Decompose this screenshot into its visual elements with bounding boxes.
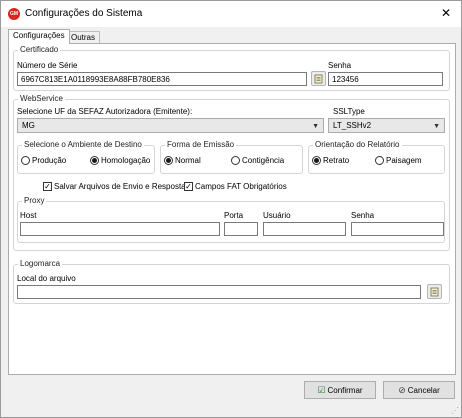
emissao-group: Forma de Emissão Normal Contigência [160,140,303,174]
radio-homologacao-label: Homologação [101,156,151,165]
radio-retrato-dot [312,156,321,165]
check-icon: ✓ [43,182,52,191]
radio-normal-dot [164,156,173,165]
serial-label: Número de Série [17,61,78,70]
salvar-arquivos-checkbox[interactable]: ✓ Salvar Arquivos de Envio e Resposta [43,182,186,191]
radio-contigencia-label: Contigência [242,156,285,165]
proxy-password-label: Senha [351,211,375,220]
close-icon[interactable]: ✕ [435,4,457,22]
check-icon: ✓ [184,182,193,191]
tab-configuracoes[interactable]: Configurações [8,29,70,44]
chevron-down-icon: ▼ [433,123,440,130]
ambiente-group-label: Selecione o Ambiente de Destino [22,140,144,150]
salvar-arquivos-label: Salvar Arquivos de Envio e Resposta [54,182,186,191]
password-input[interactable]: 123456 [328,72,443,86]
confirm-button[interactable]: ☑ Confirmar [304,381,376,399]
proxy-port-input[interactable] [224,222,258,236]
logomarca-group-label: Logomarca [18,259,63,269]
certificado-group: Certificado Número de Série 6967C813E1A0… [13,45,450,91]
cancel-button[interactable]: ⊘ Cancelar [383,381,455,399]
campos-fat-label: Campos FAT Obrigatórios [195,182,287,191]
radio-homologacao-dot [90,156,99,165]
proxy-group-label: Proxy [22,196,47,206]
campos-fat-checkbox[interactable]: ✓ Campos FAT Obrigatórios [184,182,287,191]
radio-paisagem-label: Paisagem [386,156,422,165]
chevron-down-icon: ▼ [312,123,319,130]
orientacao-group-label: Orientação do Relatório [313,140,402,150]
certificado-group-label: Certificado [18,45,61,55]
webservice-group-label: WebService [18,94,65,104]
radio-homologacao[interactable]: Homologação [90,156,150,165]
cancel-button-label: Cancelar [407,385,440,395]
orientacao-group: Orientação do Relatório Retrato Paisagem [308,140,445,174]
ssl-select[interactable]: LT_SSHv2 ▼ [328,118,445,133]
folder-browse-icon[interactable] [427,284,442,299]
radio-paisagem-dot [375,156,384,165]
password-label: Senha [328,61,352,70]
radio-contigencia[interactable]: Contigência [231,156,284,165]
webservice-group: WebService Selecione UF da SEFAZ Autoriz… [13,94,450,251]
proxy-host-input[interactable] [20,222,220,236]
folder-browse-icon[interactable] [311,71,326,86]
radio-normal[interactable]: Normal [164,156,201,165]
cancel-icon: ⊘ [398,384,406,395]
proxy-password-input[interactable] [351,222,444,236]
proxy-group: Proxy Host Porta Usuário Senha [17,196,445,243]
uf-label: Selecione UF da SEFAZ Autorizadora (Emit… [17,107,193,116]
proxy-user-input[interactable] [263,222,346,236]
logo-file-label: Local do arquivo [17,274,76,283]
app-logo-icon: GM [8,8,20,20]
proxy-port-label: Porta [224,211,244,220]
uf-select-value: MG [22,121,35,130]
proxy-host-label: Host [20,211,37,220]
resize-grip-icon[interactable]: ⋰ [451,406,459,415]
radio-retrato[interactable]: Retrato [312,156,349,165]
title-bar: GM Configurações do Sistema ✕ [1,1,461,27]
check-icon: ☑ [317,384,326,395]
radio-paisagem[interactable]: Paisagem [375,156,422,165]
radio-producao-label: Produção [32,156,67,165]
ambiente-group: Selecione o Ambiente de Destino Produção… [17,140,155,174]
window-title: Configurações do Sistema [25,8,143,19]
ssl-select-value: LT_SSHv2 [333,121,372,130]
settings-dialog: GM Configurações do Sistema ✕ Configuraç… [0,0,462,418]
radio-contigencia-dot [231,156,240,165]
uf-select[interactable]: MG ▼ [17,118,324,133]
radio-producao[interactable]: Produção [21,156,66,165]
ssl-label: SSLType [333,107,365,116]
tab-outras[interactable]: Outras [66,31,101,43]
serial-input[interactable]: 6967C813E1A0118993E8A88FB780E836 [17,72,307,86]
logo-file-input[interactable] [17,285,421,299]
logomarca-group: Logomarca Local do arquivo [13,259,450,304]
radio-producao-dot [21,156,30,165]
emissao-group-label: Forma de Emissão [165,140,237,150]
tab-panel-configuracoes: Certificado Número de Série 6967C813E1A0… [8,43,456,375]
proxy-user-label: Usuário [263,211,291,220]
confirm-button-label: Confirmar [327,385,363,395]
radio-retrato-label: Retrato [323,156,350,165]
radio-normal-label: Normal [175,156,201,165]
